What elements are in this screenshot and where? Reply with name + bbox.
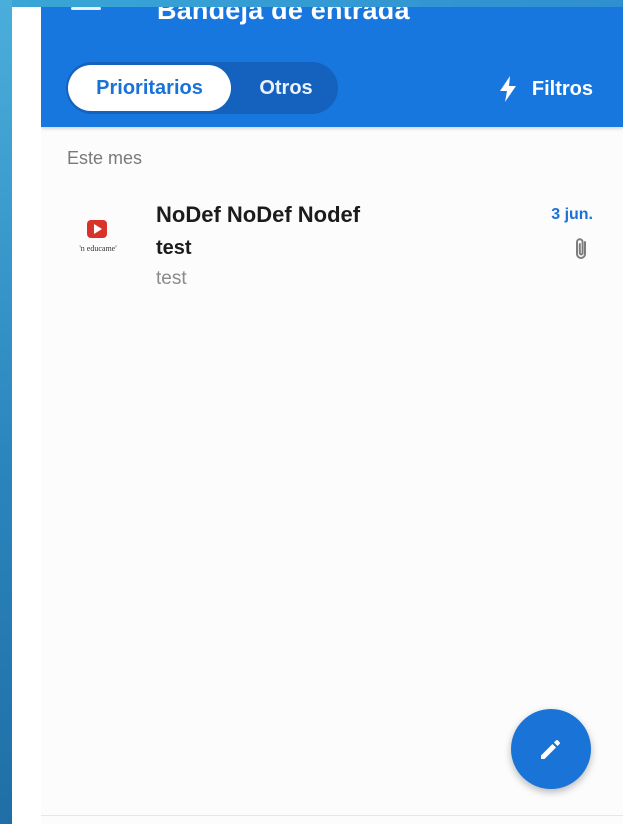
background-strip-left xyxy=(0,0,12,824)
inbox-tabs: Prioritarios Otros xyxy=(66,62,338,114)
background-margin xyxy=(12,0,41,824)
background-strip-top xyxy=(12,0,623,7)
tab-otros[interactable]: Otros xyxy=(236,65,336,111)
compose-button[interactable] xyxy=(511,709,591,789)
paperclip-icon xyxy=(576,238,586,259)
message-date: 3 jun. xyxy=(551,206,593,223)
filters-button[interactable]: Filtros xyxy=(499,74,593,104)
message-sender: NoDef NoDef Nodef xyxy=(156,202,361,227)
hamburger-menu-icon[interactable] xyxy=(71,7,101,15)
avatar-logo-text: 'n educame' xyxy=(79,244,117,253)
lightning-bolt-icon xyxy=(499,76,516,102)
section-label: Este mes xyxy=(67,148,143,168)
tab-prioritarios[interactable]: Prioritarios xyxy=(68,65,231,111)
filters-label: Filtros xyxy=(531,77,593,100)
avatar: 'n educame' xyxy=(67,220,129,264)
app-bar: Bandeja de entrada Prioritarios Otros Fi… xyxy=(41,7,623,127)
mail-app: Bandeja de entrada Prioritarios Otros Fi… xyxy=(41,7,623,824)
message-list-item[interactable]: 'n educame' NoDef NoDef Nodef test test … xyxy=(41,192,623,307)
page-title: Bandeja de entrada xyxy=(157,7,410,25)
divider xyxy=(41,815,623,816)
message-preview: test xyxy=(156,268,187,289)
play-logo-icon xyxy=(87,220,107,238)
pencil-icon xyxy=(541,740,560,759)
message-subject: test xyxy=(156,237,192,259)
